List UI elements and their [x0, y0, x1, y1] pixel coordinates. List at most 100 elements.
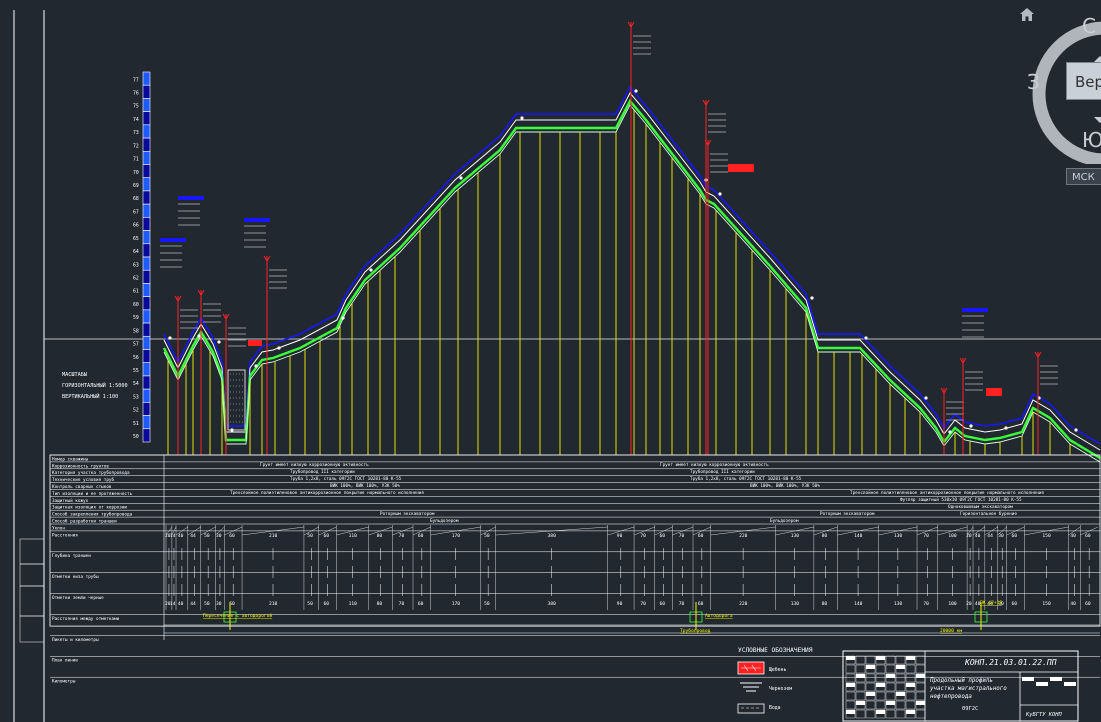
distance-cell-value: 60 [229, 533, 235, 539]
distance-cell-value: 110 [349, 533, 358, 539]
scale-label: ВЕРТИКАЛЬНЫЙ 1:100 [62, 393, 118, 400]
stamp-grid-cell [885, 655, 896, 665]
tag-box [244, 218, 270, 222]
distance-cell-value: 60 [418, 601, 424, 607]
cube-top-face[interactable]: Верх [1066, 62, 1101, 100]
stamp-grid-cell [915, 682, 926, 692]
distance-cell-value: 210 [269, 533, 278, 539]
distance-cell-value: 70 [923, 533, 929, 539]
scale-bar-segment [142, 150, 151, 165]
scale-bar-tick: 58 [133, 328, 139, 334]
cube-north-label[interactable]: С [1082, 14, 1096, 38]
distance-cell-value: 60 [418, 533, 424, 539]
stamp-signature-cell [916, 674, 925, 678]
scale-bar-tick: 51 [133, 421, 139, 427]
distance-cell-value: 70 [679, 533, 685, 539]
table-row-label: Защитный кожух [52, 498, 89, 504]
distance-cell-value: 60 [324, 601, 330, 607]
stamp-grid-cell [875, 664, 886, 674]
stamp-grid-cell [905, 673, 916, 683]
table-row-label: Расстояния [52, 532, 78, 538]
distance-cell-value: 60 [698, 601, 704, 607]
table-row-label: Расстояния между отметками [52, 616, 120, 622]
scale-bar-tick: 65 [133, 236, 139, 242]
scale-bar-tick: 50 [133, 434, 139, 440]
distance-cell-value: 140 [854, 601, 863, 607]
stamp-grid-cell [895, 709, 906, 719]
stamp-signature-cell [896, 665, 905, 669]
distance-cell-value: 20 [966, 601, 972, 607]
scale-bar-segment [142, 362, 151, 377]
ground-surface-line [163, 85, 1101, 445]
scale-bar-segment [142, 177, 151, 192]
table-row-text: Грунт имеет низкую коррозионную активнос… [260, 462, 369, 468]
stamp-grid-cell [875, 673, 886, 683]
stamp-signature-cell [886, 701, 895, 705]
table-row-text: Горизонтальное бурение [960, 510, 1017, 517]
stamp-grid-cell [885, 709, 896, 719]
scale-bar-tick: 72 [133, 143, 139, 149]
distance-cell-value: 100 [948, 601, 957, 607]
distance-cell-value: 90 [617, 533, 623, 539]
legend-swatch-water [737, 703, 765, 714]
distance-cell-value: 60 [1085, 601, 1091, 607]
vertex-marker [277, 346, 281, 350]
stamp-grid-cell [905, 700, 916, 710]
scale-bar-tick: 57 [133, 342, 139, 348]
stamp-grid-cell [885, 691, 896, 701]
legend-title: УСЛОВНЫЕ ОБОЗНАЧЕНИЯ [738, 647, 813, 654]
vertex-marker [254, 364, 258, 368]
distance-cell-value: 40 [1070, 533, 1076, 539]
scale-bar-tick: 55 [133, 368, 139, 374]
stamp-grid-cell [895, 655, 906, 665]
stamp-signature-cell [1050, 677, 1062, 681]
distance-cell-value: 80 [822, 533, 828, 539]
stamp-signature-cell [906, 710, 915, 714]
scale-bar-segment [142, 71, 151, 86]
cube-west-label[interactable]: З [1027, 70, 1040, 94]
vertex-marker [1004, 426, 1008, 430]
frame-stamp-cell [19, 563, 45, 587]
distance-cell-value: 150 [1042, 533, 1051, 539]
legend-swatch-soil [740, 682, 762, 692]
stamp-grid-cell [855, 655, 866, 665]
stamp-signature-cell [856, 701, 865, 705]
distance-cell-value: 60 [1011, 601, 1017, 607]
distance-cell-value: 60 [660, 533, 666, 539]
ucs-menu-button[interactable]: МСК [1066, 168, 1101, 185]
stamp-grid-cell [865, 655, 876, 665]
vertex-marker [1074, 428, 1078, 432]
stamp-grid-cell [875, 700, 886, 710]
scale-bar-segment [142, 111, 151, 126]
distance-cell-value: 60 [324, 533, 330, 539]
cube-south-label[interactable]: Ю [1082, 128, 1101, 152]
distance-cell-value: 20 [966, 533, 972, 539]
frame-stamp-cell [19, 585, 45, 617]
distance-cell-value: 220 [739, 533, 748, 539]
scale-bar-segment [142, 428, 151, 443]
distance-cell-value: 70 [679, 601, 685, 607]
stamp-grid-cell [895, 682, 906, 692]
drawing-canvas[interactable]: 77 76 75 74 73 72 71 70 69 68 67 66 65 64 63 62 61 60 59 58… [0, 0, 1101, 722]
drawing-description: Продольный профиль [929, 678, 993, 684]
distance-cell-value: 40 [178, 533, 184, 539]
scale-bar-segment [142, 309, 151, 324]
table-row-text: Роторным экскаватором [380, 511, 435, 517]
distance-cell-value: 140 [854, 533, 863, 539]
stamp-grid-cell [845, 664, 856, 674]
frame-stamp-cell [19, 615, 45, 643]
scale-bar-segment [142, 375, 151, 390]
table-row-text: Бульдозером [430, 518, 459, 524]
table-row-text: Трехслойное полиэтиленовое антикоррозион… [230, 490, 424, 496]
distance-cell-value: 170 [452, 533, 461, 539]
distance-cell-value: 50 [484, 533, 490, 539]
distance-cell-value: 110 [349, 601, 358, 607]
table-row-label: Способ закрепления трубопровода [52, 511, 133, 518]
distance-cell-value: 60 [698, 533, 704, 539]
table-row-label: Защитная изоляция от коррозии [52, 505, 127, 511]
stamp-signature-cell [906, 683, 915, 687]
scale-bar-segment [142, 217, 151, 231]
table-row-label: Номер скважины [52, 456, 89, 462]
distance-cell-value: 70 [399, 601, 405, 607]
scale-bar-segment [142, 243, 151, 258]
